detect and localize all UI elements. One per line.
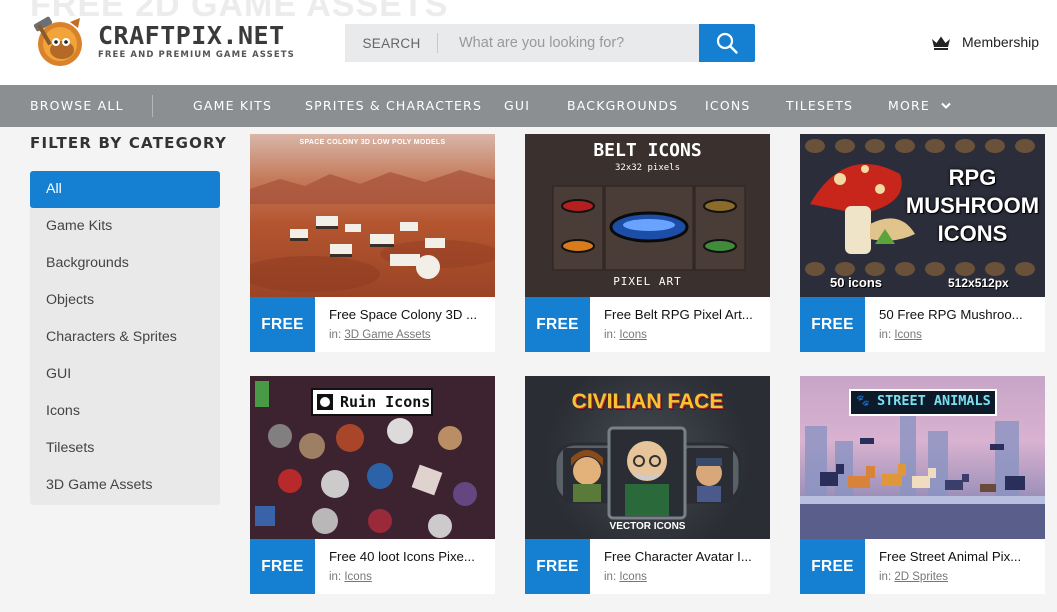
asset-category: in: Icons [604,571,647,583]
asset-card[interactable]: RPG MUSHROOM ICONS 50 icons 512x512px FR… [800,134,1045,352]
site-logo[interactable]: CRAFTPIX.NET FREE AND PREMIUM GAME ASSET… [30,14,295,68]
site-header: FREE 2D GAME ASSETS CRAFTPIX.NET FREE AN… [0,0,1057,85]
category-link[interactable]: Icons [619,329,647,341]
asset-thumbnail[interactable]: SPACE COLONY 3D LOW POLY MODELS [250,134,495,297]
paw-icon: 🐾 [856,395,870,407]
free-badge: FREE [800,539,865,594]
thumbnail-title: Ruin Icons [340,393,431,411]
membership-label: Membership [962,34,1040,50]
thumbnail-size: 512x512px [948,276,1009,290]
search-bar: SEARCH [345,24,755,62]
nav-divider [152,95,153,117]
membership-link[interactable]: Membership [931,34,1039,50]
free-badge: FREE [250,539,315,594]
crown-icon [932,36,950,50]
free-badge: FREE [800,297,865,352]
asset-card[interactable]: Ruin Icons FREE Free 40 loot Icons Pixe.… [250,376,495,594]
asset-title[interactable]: Free Street Animal Pix... [879,549,1039,564]
asset-card[interactable]: BELT ICONS 32x32 pixels PIXEL ART FREE F… [525,134,770,352]
thumbnail-footer: VECTOR ICONS [609,521,686,532]
free-badge: FREE [250,297,315,352]
main-nav: BROWSE ALL GAME KITS SPRITES & CHARACTER… [0,85,1057,127]
logo-icon [30,14,88,68]
thumbnail-title: STREET ANIMALS [877,393,991,409]
asset-title[interactable]: 50 Free RPG Mushroo... [879,307,1039,322]
category-item-objects[interactable]: Objects [30,282,220,319]
category-item-gui[interactable]: GUI [30,356,220,393]
category-link[interactable]: Icons [619,571,647,583]
category-link[interactable]: Icons [894,329,922,341]
chevron-down-icon [941,102,951,109]
category-link[interactable]: 2D Sprites [894,571,948,583]
search-label: SEARCH [345,24,438,62]
asset-thumbnail[interactable]: BELT ICONS 32x32 pixels PIXEL ART [525,134,770,297]
asset-card[interactable]: SPACE COLONY 3D LOW POLY MODELS FREE Fre… [250,134,495,352]
thumbnail-footer: PIXEL ART [613,275,682,288]
asset-category: in: Icons [604,329,647,341]
logo-name: CRAFTPIX.NET [98,20,285,50]
nav-more-label: MORE [888,98,931,113]
category-item-tilesets[interactable]: Tilesets [30,430,220,467]
asset-category: in: Icons [329,571,372,583]
category-item-game-kits[interactable]: Game Kits [30,208,220,245]
in-label: in: [879,329,892,341]
in-label: in: [329,329,342,341]
thumbnail-title: BELT ICONS [593,140,702,161]
nav-sprites-characters[interactable]: SPRITES & CHARACTERS [305,85,482,127]
search-button[interactable] [699,24,755,62]
category-link[interactable]: Icons [344,571,372,583]
nav-more[interactable]: MORE [888,85,951,127]
in-label: in: [604,571,617,583]
category-item-all[interactable]: All [30,171,220,208]
search-icon [716,32,738,54]
free-badge: FREE [525,297,590,352]
asset-category: in: 3D Game Assets [329,329,431,341]
asset-card[interactable]: 🐾 STREET ANIMALS FREE Free Street Animal… [800,376,1045,594]
thumbnail-title: RPG MUSHROOM ICONS [905,165,1040,246]
nav-gui[interactable]: GUI [504,85,530,127]
nav-backgrounds[interactable]: BACKGROUNDS [567,85,678,127]
category-list: All Game Kits Backgrounds Objects Charac… [30,171,220,505]
asset-title[interactable]: Free 40 loot Icons Pixe... [329,549,489,564]
category-item-backgrounds[interactable]: Backgrounds [30,245,220,282]
in-label: in: [604,329,617,341]
thumbnail-title: SPACE COLONY 3D LOW POLY MODELS [299,139,446,146]
nav-icons[interactable]: ICONS [705,85,751,127]
logo-tagline: FREE AND PREMIUM GAME ASSETS [98,49,295,60]
thumbnail-subtitle: 32x32 pixels [614,163,681,173]
asset-thumbnail[interactable]: CIVILIAN FACE VECTOR ICONS [525,376,770,539]
in-label: in: [879,571,892,583]
asset-card[interactable]: CIVILIAN FACE VECTOR ICONS FREE Free Cha… [525,376,770,594]
category-item-icons[interactable]: Icons [30,393,220,430]
asset-title[interactable]: Free Character Avatar I... [604,549,764,564]
free-badge: FREE [525,539,590,594]
search-input[interactable] [438,24,699,62]
nav-tilesets[interactable]: TILESETS [786,85,853,127]
asset-thumbnail[interactable]: 🐾 STREET ANIMALS [800,376,1045,539]
asset-title[interactable]: Free Belt RPG Pixel Art... [604,307,764,322]
filter-title: FILTER BY CATEGORY [30,134,228,152]
nav-game-kits[interactable]: GAME KITS [193,85,272,127]
asset-category: in: 2D Sprites [879,571,948,583]
thumbnail-count: 50 icons [830,275,883,290]
category-item-characters-sprites[interactable]: Characters & Sprites [30,319,220,356]
category-link[interactable]: 3D Game Assets [344,329,430,341]
nav-browse-all[interactable]: BROWSE ALL [30,85,124,127]
in-label: in: [329,571,342,583]
thumbnail-title: CIVILIAN FACE [571,390,724,413]
asset-thumbnail[interactable]: Ruin Icons [250,376,495,539]
category-item-3d-game-assets[interactable]: 3D Game Assets [30,467,220,504]
asset-thumbnail[interactable]: RPG MUSHROOM ICONS 50 icons 512x512px [800,134,1045,297]
asset-title[interactable]: Free Space Colony 3D ... [329,307,489,322]
asset-category: in: Icons [879,329,922,341]
